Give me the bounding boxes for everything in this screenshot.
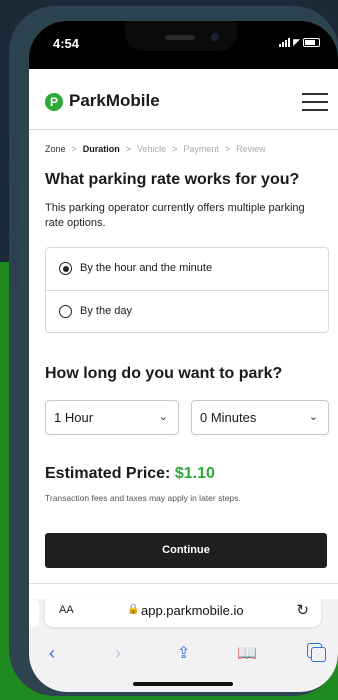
forward-icon[interactable]: › xyxy=(115,643,121,664)
site-header: P ParkMobile xyxy=(29,69,338,130)
duration-heading: How long do you want to park? xyxy=(45,365,283,382)
hours-select[interactable]: 1 Hour ⌄ xyxy=(45,400,179,435)
status-time: 4:54 xyxy=(53,36,80,51)
minutes-select[interactable]: 0 Minutes ⌄ xyxy=(191,400,329,435)
reader-aa-button[interactable]: AA xyxy=(59,604,74,616)
price-label: Estimated Price: xyxy=(45,465,171,482)
parkmobile-logo-icon[interactable]: P xyxy=(45,93,63,111)
rate-option-label: By the hour and the minute xyxy=(80,262,213,274)
divider xyxy=(29,583,338,584)
estimated-price: Estimated Price: $1.10 xyxy=(45,465,215,483)
tabs-icon-back xyxy=(311,647,326,662)
breadcrumb-separator: > xyxy=(71,144,77,154)
rate-options: By the hour and the minute By the day xyxy=(45,247,329,333)
hours-value: 1 Hour xyxy=(54,410,94,425)
rate-description: This parking operator currently offers m… xyxy=(45,202,305,229)
radio-selected-icon[interactable] xyxy=(59,262,72,275)
chevron-down-icon: ⌄ xyxy=(158,411,168,423)
browser-bar: AA 🔒 app.parkmobile.io ↻ ‹ › ⇪ 📖 xyxy=(29,595,338,692)
rate-option-daily[interactable]: By the day xyxy=(46,290,328,333)
reload-icon[interactable]: ↻ xyxy=(296,601,309,619)
breadcrumb: Zone > Duration > Vehicle > Payment > Review xyxy=(45,144,266,154)
radio-unselected-icon[interactable] xyxy=(59,305,72,318)
notch xyxy=(125,21,237,51)
speaker-grille xyxy=(165,35,195,40)
back-icon[interactable]: ‹ xyxy=(49,643,55,664)
status-icons: ◤ xyxy=(279,38,320,47)
chevron-down-icon: ⌄ xyxy=(308,411,318,423)
web-page: P ParkMobile Zone > Duration > Vehicle > Payme… xyxy=(29,69,338,599)
lock-icon: 🔒 xyxy=(127,604,140,615)
breadcrumb-separator: > xyxy=(172,144,178,154)
volume-up-button xyxy=(12,184,18,230)
share-icon[interactable]: ⇪ xyxy=(177,643,190,663)
rate-option-hourly[interactable]: By the hour and the minute xyxy=(46,248,328,290)
bookmarks-icon[interactable]: 📖 xyxy=(237,643,257,663)
address-bar[interactable]: AA 🔒 app.parkmobile.io ↻ xyxy=(45,595,321,627)
price-amount: $1.10 xyxy=(174,465,215,482)
continue-button[interactable]: Continue xyxy=(45,533,327,568)
browser-toolbar: ‹ › ⇪ 📖 xyxy=(29,641,338,669)
status-bar: 4:54 ◤ xyxy=(29,21,338,69)
menu-icon[interactable] xyxy=(302,93,328,111)
phone-frame: 4:54 ◤ P ParkMobile Zone > Duration > Ve… xyxy=(9,6,338,696)
breadcrumb-review: Review xyxy=(236,144,266,154)
phone-screen: 4:54 ◤ P ParkMobile Zone > Duration > Ve… xyxy=(29,21,338,692)
rate-heading: What parking rate works for you? xyxy=(45,171,300,188)
volume-down-button xyxy=(12,242,18,288)
breadcrumb-separator: > xyxy=(125,144,132,154)
mute-switch xyxy=(12,136,18,162)
breadcrumb-vehicle: Vehicle xyxy=(137,144,167,154)
battery-icon xyxy=(303,38,320,47)
rate-option-label: By the day xyxy=(80,305,132,317)
url-text[interactable]: app.parkmobile.io xyxy=(141,603,244,618)
breadcrumb-zone[interactable]: Zone xyxy=(45,144,66,154)
breadcrumb-duration: Duration xyxy=(82,144,120,154)
signal-icon xyxy=(279,38,291,47)
minutes-value: 0 Minutes xyxy=(200,410,257,425)
previous-tab-edge[interactable] xyxy=(29,599,39,627)
breadcrumb-separator: > xyxy=(224,144,231,154)
breadcrumb-payment: Payment xyxy=(183,144,219,154)
price-note: Transaction fees and taxes may apply in … xyxy=(45,493,241,503)
brand-name[interactable]: ParkMobile xyxy=(69,91,160,111)
front-camera xyxy=(211,33,219,41)
home-indicator xyxy=(133,682,233,686)
wifi-icon: ◤ xyxy=(293,37,300,47)
